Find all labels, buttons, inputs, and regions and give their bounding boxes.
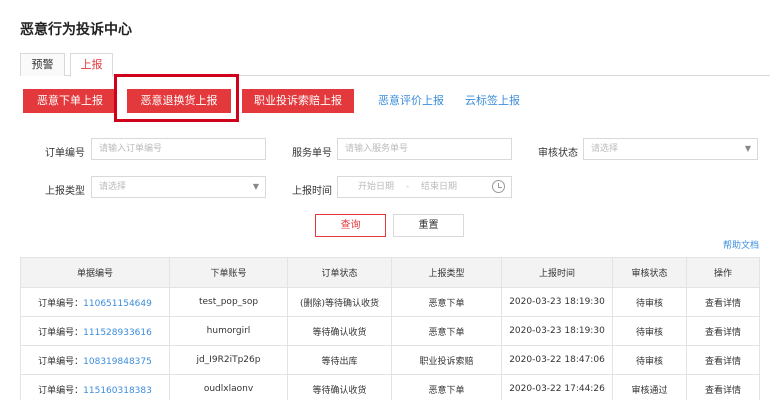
page-title: 恶意行为投诉中心 (20, 22, 132, 38)
clock-icon (492, 180, 505, 193)
table-row: 订单编号：111528933616 humorgirl 等待确认收货 恶意下单 … (20, 316, 760, 346)
view-detail-link[interactable]: 查看详情 (686, 316, 760, 346)
report-type-label: 上报类型 (45, 186, 85, 197)
order-no-input[interactable]: 请输入订单编号 (91, 138, 266, 160)
view-detail-link[interactable]: 查看详情 (686, 345, 760, 375)
query-button[interactable]: 查询 (315, 214, 386, 237)
account-cell: jd_I9R2iTp26p (169, 345, 288, 375)
account-cell: humorgirl (169, 316, 288, 346)
order-status-cell: 等待确认收货 (287, 374, 392, 400)
col-header-order-status: 订单状态 (287, 257, 392, 288)
account-cell: oudlxlaonv (169, 374, 288, 400)
review-status-cell: 待审核 (612, 316, 687, 346)
service-no-input[interactable]: 请输入服务单号 (337, 138, 512, 160)
report-type-cell: 恶意下单 (391, 316, 502, 346)
report-type-select[interactable]: 请选择 ▼ (91, 176, 266, 198)
report-time-cell: 2020-03-22 18:47:06 (501, 345, 613, 375)
col-header-report-type: 上报类型 (391, 257, 502, 288)
report-type-cell: 恶意下单 (391, 287, 502, 317)
malicious-review-report-link[interactable]: 恶意评价上报 (378, 89, 444, 113)
table-row: 订单编号：108319848375 jd_I9R2iTp26p 等待出库 职业投… (20, 345, 760, 375)
tab-bar: 预警 上报 (20, 53, 770, 77)
order-status-cell: 等待确认收货 (287, 316, 392, 346)
order-no-link[interactable]: 108319848375 (83, 357, 152, 367)
cloud-tag-report-link[interactable]: 云标签上报 (465, 89, 520, 113)
col-header-doc-no: 单据编号 (20, 257, 170, 288)
col-header-review-status: 审核状态 (612, 257, 687, 288)
report-type-placeholder: 请选择 (99, 182, 127, 192)
review-status-cell: 待审核 (612, 345, 687, 375)
review-status-label: 审核状态 (538, 148, 578, 159)
table-row: 订单编号：115160318383 oudlxlaonv 等待确认收货 恶意下单… (20, 374, 760, 400)
help-doc-link[interactable]: 帮助文档 (723, 238, 759, 251)
order-no-cell: 订单编号：108319848375 (20, 345, 170, 375)
order-no-prefix: 订单编号： (38, 298, 84, 309)
chevron-down-icon: ▼ (252, 182, 259, 191)
review-status-select[interactable]: 请选择 ▼ (583, 138, 758, 160)
report-time-cell: 2020-03-23 18:19:30 (501, 316, 613, 346)
report-table: 单据编号 下单账号 订单状态 上报类型 上报时间 审核状态 操作 订单编号：11… (20, 257, 760, 400)
service-no-label: 服务单号 (292, 148, 332, 159)
professional-complaint-report-button[interactable]: 职业投诉索赔上报 (242, 89, 354, 113)
order-no-cell: 订单编号：110651154649 (20, 287, 170, 317)
report-time-range[interactable]: 开始日期 - 结束日期 (337, 176, 512, 198)
col-header-report-time: 上报时间 (501, 257, 613, 288)
order-no-prefix: 订单编号： (38, 327, 84, 338)
chevron-down-icon: ▼ (744, 144, 751, 153)
order-no-prefix: 订单编号： (38, 356, 84, 367)
report-time-cell: 2020-03-23 18:19:30 (501, 287, 613, 317)
report-type-cell: 恶意下单 (391, 374, 502, 400)
order-status-cell: (删除)等待确认收货 (287, 287, 392, 317)
order-no-link[interactable]: 115160318383 (83, 386, 152, 396)
order-status-cell: 等待出库 (287, 345, 392, 375)
page: 恶意行为投诉中心 预警 上报 恶意下单上报 恶意退换货上报 职业投诉索赔上报 恶… (0, 0, 770, 400)
tab-report[interactable]: 上报 (70, 53, 113, 77)
report-time-cell: 2020-03-22 17:44:26 (501, 374, 613, 400)
report-type-cell: 职业投诉索赔 (391, 345, 502, 375)
reset-button[interactable]: 重置 (393, 214, 464, 237)
malicious-order-report-button[interactable]: 恶意下单上报 (23, 89, 117, 113)
order-no-label: 订单编号 (45, 148, 85, 159)
review-status-cell: 审核通过 (612, 374, 687, 400)
order-no-link[interactable]: 110651154649 (83, 299, 152, 309)
view-detail-link[interactable]: 查看详情 (686, 374, 760, 400)
highlight-box (114, 74, 239, 122)
account-cell: test_pop_sop (169, 287, 288, 317)
view-detail-link[interactable]: 查看详情 (686, 287, 760, 317)
table-row: 订单编号：110651154649 test_pop_sop (删除)等待确认收… (20, 287, 760, 317)
order-no-cell: 订单编号：111528933616 (20, 316, 170, 346)
col-header-action: 操作 (686, 257, 760, 288)
order-no-cell: 订单编号：115160318383 (20, 374, 170, 400)
order-no-prefix: 订单编号： (38, 385, 84, 396)
start-date-placeholder[interactable]: 开始日期 (358, 182, 394, 192)
review-status-cell: 待审核 (612, 287, 687, 317)
col-header-account: 下单账号 (169, 257, 288, 288)
review-status-placeholder: 请选择 (591, 144, 619, 154)
tab-warning[interactable]: 预警 (20, 53, 65, 76)
order-no-link[interactable]: 111528933616 (83, 328, 152, 338)
table-header-row: 单据编号 下单账号 订单状态 上报类型 上报时间 审核状态 操作 (20, 257, 760, 288)
end-date-placeholder[interactable]: 结束日期 (421, 182, 457, 192)
date-separator: - (405, 182, 410, 192)
report-time-label: 上报时间 (292, 186, 332, 197)
